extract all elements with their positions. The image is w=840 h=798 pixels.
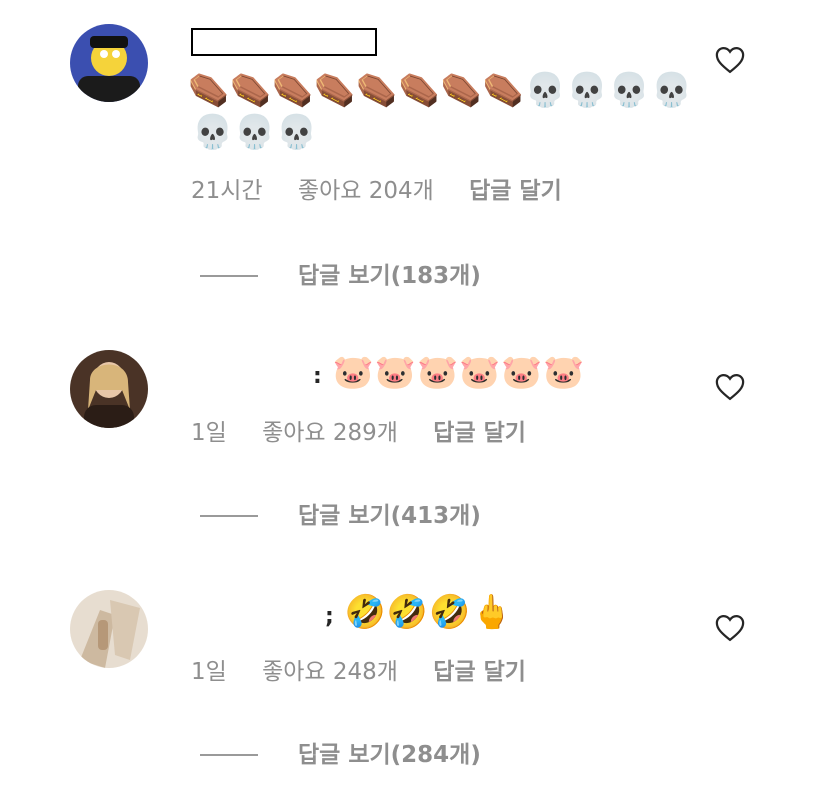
heart-icon[interactable] — [715, 373, 745, 401]
username-fragment[interactable]: ; — [325, 604, 335, 629]
divider-line — [200, 515, 258, 517]
view-replies-label: 답글 보기(183개) — [298, 263, 481, 289]
view-replies-button[interactable]: 답글 보기(413개) — [200, 501, 481, 531]
comment-meta: 1일 좋아요 248개 답글 달기 — [191, 657, 554, 687]
view-replies-button[interactable]: 답글 보기(183개) — [200, 261, 481, 291]
timestamp: 1일 — [191, 659, 227, 685]
comment-text-line: ; 🤣🤣🤣🖕 — [325, 592, 513, 637]
comment-emoji-text: 🤣🤣🤣🖕 — [344, 592, 514, 631]
avatar[interactable] — [70, 350, 148, 428]
view-replies-button[interactable]: 답글 보기(284개) — [200, 740, 481, 770]
comment-emoji-text: 🐷🐷🐷🐷🐷🐷 — [332, 352, 586, 391]
view-replies-label: 답글 보기(413개) — [298, 503, 481, 529]
divider-line — [200, 754, 258, 756]
view-replies-label: 답글 보기(284개) — [298, 742, 481, 768]
likes-count[interactable]: 좋아요 204개 — [298, 178, 434, 204]
likes-count[interactable]: 좋아요 289개 — [262, 420, 398, 446]
timestamp: 21시간 — [191, 178, 263, 204]
username-fragment[interactable]: : — [313, 364, 323, 389]
heart-icon[interactable] — [715, 614, 745, 642]
comment-meta: 21시간 좋아요 204개 답글 달기 — [191, 176, 590, 206]
avatar[interactable] — [70, 24, 148, 102]
timestamp: 1일 — [191, 420, 227, 446]
avatar[interactable] — [70, 590, 148, 668]
likes-count[interactable]: 좋아요 248개 — [262, 659, 398, 685]
comment-meta: 1일 좋아요 289개 답글 달기 — [191, 418, 554, 448]
divider-line — [200, 275, 258, 277]
comment-text-line: ⚰️⚰️⚰️⚰️⚰️⚰️⚰️⚰️💀💀💀💀 — [188, 70, 694, 109]
reply-button[interactable]: 답글 달기 — [469, 178, 562, 204]
heart-icon[interactable] — [715, 46, 745, 74]
reply-button[interactable]: 답글 달기 — [433, 659, 526, 685]
reply-button[interactable]: 답글 달기 — [433, 420, 526, 446]
username-redacted[interactable] — [191, 28, 377, 56]
comment-text-line: : 🐷🐷🐷🐷🐷🐷 — [313, 352, 585, 397]
comment-text-line: 💀💀💀 — [192, 112, 319, 151]
